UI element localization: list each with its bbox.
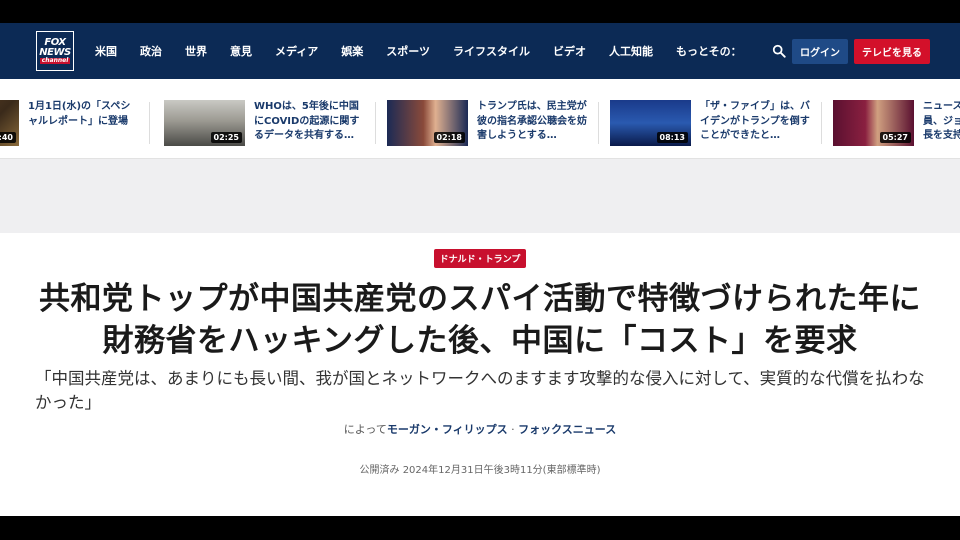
video-duration: 02:18 <box>433 132 465 143</box>
nav-actions: ログイン テレビを見る <box>772 23 930 79</box>
letterbox-bottom <box>0 516 960 540</box>
video-thumbnail[interactable]: 08:13 <box>610 100 691 146</box>
nav-item-ai[interactable]: 人工知能 <box>609 43 653 59</box>
watch-tv-button[interactable]: テレビを見る <box>854 38 930 64</box>
page: FOX NEWS channel 米国 政治 世界 意見 メディア 娯楽 スポー… <box>0 23 960 516</box>
subheadline: 「中国共産党は、あまりにも長い間、我が国とネットワークへのますます攻撃的な侵入に… <box>35 369 925 413</box>
nav-item-entertainment[interactable]: 娯楽 <box>341 43 363 59</box>
nav-item-media[interactable]: メディア <box>275 43 318 59</box>
nav-item-lifestyle[interactable]: ライフスタイル <box>453 43 530 59</box>
outlet-link[interactable]: フォックスニュース <box>518 423 616 436</box>
nav-item-us[interactable]: 米国 <box>95 43 117 59</box>
video-title[interactable]: 「ザ・ファイブ」は、バイデンがトランプを倒すことができたと… <box>700 100 812 145</box>
video-card[interactable]: :40 1月1日(水)の「スペシャルレポート」に登場 <box>0 100 150 147</box>
video-duration: :40 <box>0 132 16 143</box>
letterbox-top <box>0 0 960 23</box>
video-title[interactable]: 1月1日(水)の「スペシャルレポート」に登場 <box>28 100 140 145</box>
video-card[interactable]: 05:27 ニュース員、ジョ長を支持 <box>833 100 960 147</box>
video-title[interactable]: トランプ氏は、民主党が彼の指名承認公聴会を妨害しようとする… <box>477 100 589 145</box>
video-thumbnail[interactable]: 02:25 <box>164 100 245 146</box>
headline: 共和党トップが中国共産党のスパイ活動で特徴づけられた年に財務省をハッキングした後… <box>39 281 921 360</box>
published-date: 公開済み 2024年12月31日午後3時11分(東部標準時) <box>359 465 601 477</box>
video-title[interactable]: ニュース員、ジョ長を支持 <box>923 100 960 145</box>
video-duration: 08:13 <box>656 132 688 143</box>
logo-line-3: channel <box>39 57 71 65</box>
nav-item-video[interactable]: ビデオ <box>553 43 586 59</box>
nav-item-politics[interactable]: 政治 <box>140 43 162 59</box>
nav-item-world[interactable]: 世界 <box>185 43 207 59</box>
nav-item-more[interactable]: もっとその： <box>676 43 742 59</box>
ad-placeholder <box>0 159 960 233</box>
nav-item-sports[interactable]: スポーツ <box>386 43 430 59</box>
nav-menu: 米国 政治 世界 意見 メディア 娯楽 スポーツ ライフスタイル ビデオ 人工知… <box>95 43 765 59</box>
video-card[interactable]: 08:13 「ザ・ファイブ」は、バイデンがトランプを倒すことができたと… <box>610 100 822 147</box>
video-card[interactable]: 02:18 トランプ氏は、民主党が彼の指名承認公聴会を妨害しようとする… <box>387 100 599 147</box>
category-tag[interactable]: ドナルド・トランプ <box>433 249 527 268</box>
byline-prefix: によって <box>343 423 387 437</box>
search-icon[interactable] <box>772 44 786 58</box>
top-nav: FOX NEWS channel 米国 政治 世界 意見 メディア 娯楽 スポー… <box>0 23 960 79</box>
author-link[interactable]: モーガン・フィリップス <box>387 423 508 436</box>
video-title[interactable]: WHOは、5年後に中国にCOVIDの起源に関するデータを共有する… <box>254 100 366 145</box>
video-strip: :40 1月1日(水)の「スペシャルレポート」に登場 02:25 WHOは、5年… <box>0 79 960 159</box>
nav-item-opinion[interactable]: 意見 <box>230 43 252 59</box>
article-header: ドナルド・トランプ 共和党トップが中国共産党のスパイ活動で特徴づけられた年に財務… <box>0 233 960 476</box>
byline-separator: · <box>507 423 519 437</box>
video-duration: 02:25 <box>210 132 242 143</box>
login-button[interactable]: ログイン <box>792 38 848 64</box>
video-duration: 05:27 <box>879 132 911 143</box>
video-card[interactable]: 02:25 WHOは、5年後に中国にCOVIDの起源に関するデータを共有する… <box>164 100 376 147</box>
byline: によってモーガン・フィリップス · フォックスニュース <box>0 421 960 437</box>
video-thumbnail[interactable]: 02:18 <box>387 100 468 146</box>
fox-news-logo[interactable]: FOX NEWS channel <box>36 31 74 71</box>
video-thumbnail[interactable]: 05:27 <box>833 100 914 146</box>
video-thumbnail[interactable]: :40 <box>0 100 19 146</box>
logo-line-2: NEWS <box>39 46 71 58</box>
